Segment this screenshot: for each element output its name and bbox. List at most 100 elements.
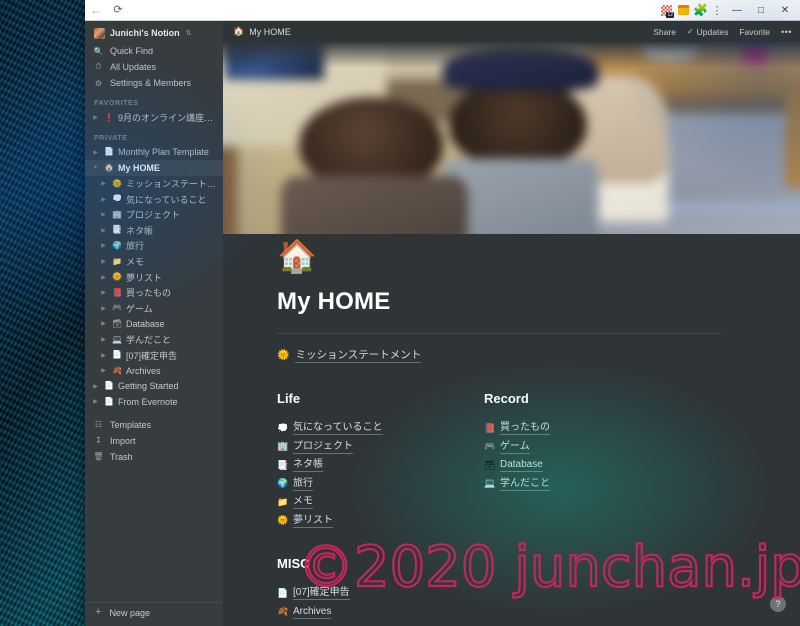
- sidebar-tree-item[interactable]: ▶ 📄 [07]確定申告: [85, 347, 223, 363]
- sidebar-tree-item[interactable]: ▼ 🏠 My HOME: [85, 160, 223, 176]
- share-button[interactable]: Share: [653, 27, 676, 37]
- page-link-row[interactable]: 💻 学んだこと: [484, 475, 691, 494]
- sidebar-tree-item[interactable]: ▶ 🌞 夢リスト: [85, 269, 223, 285]
- chevron-right-icon[interactable]: ▶: [99, 274, 108, 281]
- sidebar-item-trash[interactable]: 🗑 Trash: [85, 449, 223, 465]
- kebab-menu-icon[interactable]: ⋮: [709, 0, 725, 21]
- sidebar-tree-item[interactable]: ▶ 🌞 ミッションステート…: [85, 176, 223, 192]
- chevron-right-icon[interactable]: ▶: [99, 367, 108, 374]
- page-link-row[interactable]: 📑 ネタ帳: [277, 456, 484, 475]
- sidebar-tree-item[interactable]: ▶ 💭 気になっていること: [85, 191, 223, 207]
- page-link-row[interactable]: 🗃 Database: [484, 456, 691, 475]
- page-link-row[interactable]: 📁 メモ: [277, 493, 484, 512]
- sidebar-tree-item[interactable]: ▶ 🌍 旅行: [85, 238, 223, 254]
- sidebar-tree-item[interactable]: ▶ 📄 Monthly Plan Template: [85, 145, 223, 161]
- sidebar-tree-item[interactable]: ▶ ❗ 9月のオンライン講座開堇: [85, 110, 223, 126]
- page-emoji-icon: 🍂: [277, 606, 289, 617]
- column-record: Record 📕 買ったもの 🎮 ゲーム 🗃 Database 💻 学んだこと: [484, 391, 691, 530]
- sidebar-tree-label: 9月のオンライン講座開堇: [118, 113, 217, 124]
- chevron-right-icon[interactable]: ▶: [99, 336, 108, 343]
- sidebar-tree-item[interactable]: ▶ 📁 メモ: [85, 254, 223, 270]
- chevron-right-icon[interactable]: ▶: [99, 242, 108, 249]
- favorite-button[interactable]: Favorite: [739, 27, 770, 37]
- back-arrow-icon[interactable]: ←: [85, 0, 107, 21]
- page-emoji-icon: 💻: [484, 478, 496, 489]
- new-page-button[interactable]: + New page: [85, 602, 223, 622]
- chevron-right-icon[interactable]: ▶: [91, 383, 100, 390]
- page-link-row[interactable]: 🍂 Archives: [277, 603, 800, 622]
- page-link-row[interactable]: 🌍 旅行: [277, 475, 484, 494]
- column-heading: Record: [484, 391, 529, 406]
- puzzle-extensions-icon[interactable]: 🧩: [692, 0, 709, 21]
- sidebar-tree-item[interactable]: ▶ 🎮 ゲーム: [85, 301, 223, 317]
- page-link-row[interactable]: 🏢 プロジェクト: [277, 438, 484, 457]
- page-link-label[interactable]: Database: [500, 458, 543, 473]
- chevron-right-icon[interactable]: ▶: [99, 352, 108, 359]
- sidebar-tree-label: From Evernote: [118, 396, 178, 407]
- page-emoji-icon: 📁: [277, 496, 289, 507]
- link-columns: Life 💭 気になっていること 🏢 プロジェクト 📑 ネタ帳 🌍 旅行 📁 メモ 🌞 夢リスト Re…: [223, 363, 800, 530]
- page-link-label[interactable]: 学んだこと: [500, 477, 550, 491]
- page-link-label[interactable]: プロジェクト: [293, 440, 353, 454]
- page-link-row[interactable]: 💭 気になっていること: [277, 419, 484, 438]
- sidebar-item-quick-find[interactable]: 🔍 Quick Find: [85, 43, 223, 59]
- page-link-label[interactable]: 夢リスト: [293, 514, 333, 528]
- chevron-right-icon[interactable]: ▶: [99, 211, 108, 218]
- chevron-right-icon[interactable]: ▶: [99, 258, 108, 265]
- minimize-button[interactable]: —: [725, 0, 749, 21]
- chevron-right-icon[interactable]: ▶: [99, 227, 108, 234]
- page-link-row[interactable]: 🌞 夢リスト: [277, 512, 484, 531]
- mission-statement-link[interactable]: ミッションステートメント: [295, 347, 422, 363]
- close-button[interactable]: ✕: [773, 0, 797, 21]
- note-extension-icon[interactable]: [675, 0, 692, 21]
- page-link-row[interactable]: 📄 [07]確定申告: [277, 584, 800, 603]
- breadcrumb[interactable]: 🏠 My HOME: [233, 26, 291, 37]
- chevron-right-icon[interactable]: ▶: [99, 320, 108, 327]
- gear-icon: ⚙: [94, 78, 103, 88]
- sidebar-scroll-area[interactable]: Junichi's Notion ⇅ 🔍 Quick Find ⏱ All Up…: [85, 21, 223, 602]
- adblock-extension-icon[interactable]: 12: [658, 0, 675, 21]
- sidebar-item-import[interactable]: ↧ Import: [85, 433, 223, 449]
- page-link-row[interactable]: 📕 買ったもの: [484, 419, 691, 438]
- sidebar-item-templates[interactable]: ☷ Templates: [85, 417, 223, 433]
- reload-icon[interactable]: ⟳: [107, 0, 129, 21]
- page-cover-image[interactable]: [223, 42, 800, 234]
- chevron-right-icon[interactable]: ▶: [99, 196, 108, 203]
- sidebar-tree-item[interactable]: ▶ 📄 From Evernote: [85, 394, 223, 410]
- help-button[interactable]: ?: [770, 596, 786, 612]
- mission-statement-row[interactable]: 🌞 ミッションステートメント: [223, 334, 800, 363]
- page-link-label[interactable]: 気になっていること: [293, 421, 383, 436]
- chevron-right-icon[interactable]: ▶: [91, 114, 100, 121]
- page-link-label[interactable]: ゲーム: [500, 440, 530, 454]
- sidebar-tree-item[interactable]: ▶ 📕 買ったもの: [85, 285, 223, 301]
- page-link-label[interactable]: 買ったもの: [500, 421, 550, 436]
- chevron-right-icon[interactable]: ▶: [99, 180, 108, 187]
- sidebar-tree-item[interactable]: ▶ 📄 Getting Started: [85, 379, 223, 395]
- page-emoji-icon: 📁: [112, 256, 122, 266]
- page-link-row[interactable]: 🎮 ゲーム: [484, 438, 691, 457]
- sidebar-tree-item[interactable]: ▶ 🏢 プロジェクト: [85, 207, 223, 223]
- chevron-right-icon[interactable]: ▶: [91, 149, 100, 156]
- page-title[interactable]: My HOME: [223, 272, 800, 316]
- cover-gradient-overlay: [223, 42, 800, 68]
- page-link-label[interactable]: ネタ帳: [293, 458, 323, 473]
- sidebar-item-all-updates[interactable]: ⏱ All Updates: [85, 59, 223, 75]
- chevron-right-icon[interactable]: ▶: [91, 398, 100, 405]
- page-link-label[interactable]: [07]確定申告: [293, 586, 350, 601]
- updates-button[interactable]: ✓ Updates: [687, 27, 728, 37]
- chevron-down-icon[interactable]: ▼: [91, 165, 100, 171]
- more-options-icon[interactable]: •••: [781, 27, 792, 37]
- sidebar-tree-item[interactable]: ▶ 🍂 Archives: [85, 363, 223, 379]
- page-link-label[interactable]: Archives: [293, 605, 332, 619]
- sidebar-item-settings-members[interactable]: ⚙ Settings & Members: [85, 75, 223, 91]
- sidebar-tree-item[interactable]: ▶ 📑 ネタ帳: [85, 223, 223, 239]
- page-link-label[interactable]: 旅行: [293, 477, 313, 491]
- sidebar-tree-item[interactable]: ▶ 💻 学んだこと: [85, 332, 223, 348]
- page-icon[interactable]: 🏠: [223, 234, 800, 272]
- maximize-button[interactable]: □: [749, 0, 773, 21]
- chevron-right-icon[interactable]: ▶: [99, 305, 108, 312]
- workspace-switcher[interactable]: Junichi's Notion ⇅: [85, 23, 223, 43]
- sidebar-tree-item[interactable]: ▶ 🗃 Database: [85, 316, 223, 332]
- chevron-right-icon[interactable]: ▶: [99, 289, 108, 296]
- page-link-label[interactable]: メモ: [293, 495, 313, 510]
